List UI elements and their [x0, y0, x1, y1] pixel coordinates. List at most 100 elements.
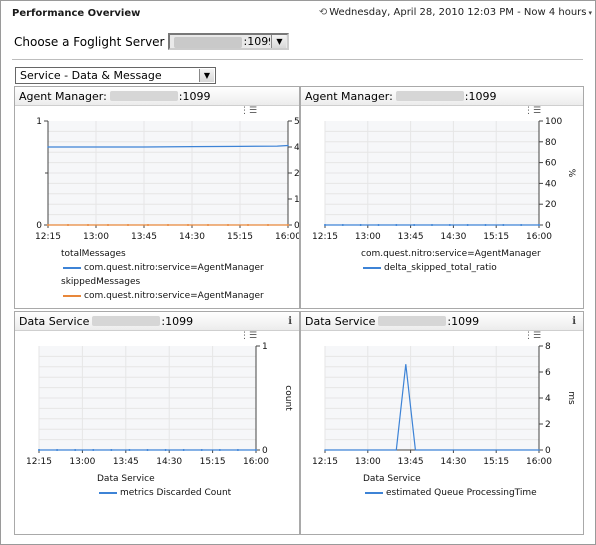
chevron-down-icon[interactable]: ▼ [271, 35, 287, 48]
legend-heading: Data Service [97, 474, 155, 484]
y-tick-label: 42000 [294, 143, 299, 153]
y-axis-label: ms [566, 391, 576, 405]
panel-title: Agent Manager: [19, 89, 107, 103]
x-tick-label: 13:45 [113, 457, 139, 467]
data-point [538, 224, 540, 226]
x-tick-label: 14:30 [156, 457, 182, 467]
data-point [127, 224, 129, 226]
time-range-text: Wednesday, April 28, 2010 12:03 PM - Now… [329, 7, 587, 18]
time-range-selector[interactable]: ⟲ Wednesday, April 28, 2010 12:03 PM - N… [319, 7, 592, 18]
legend-swatch [365, 492, 383, 494]
legend-label: com.quest.nitro:service=AgentManager [84, 291, 264, 301]
chevron-down-icon[interactable]: ▼ [199, 69, 214, 82]
data-point [200, 449, 203, 451]
x-tick-label: 13:00 [355, 232, 381, 242]
clock-arrow-icon: ⟲ [318, 7, 328, 18]
panel-header: Data Service :1099 [15, 312, 299, 331]
data-point [47, 224, 49, 226]
messages-chart: 12:1513:0013:4514:3015:1516:000140002800… [35, 117, 299, 242]
x-tick-label: 12:15 [312, 232, 338, 242]
x-tick-label: 16:00 [526, 232, 552, 242]
data-point [247, 224, 249, 226]
x-tick-label: 15:15 [483, 232, 509, 242]
y-axis-label: count [283, 385, 293, 411]
chart-legend: totalMessages com.quest.nitro:service=Age… [61, 247, 264, 303]
data-point [538, 449, 540, 451]
panel-title: Data Service [19, 314, 90, 328]
data-point [92, 449, 95, 451]
panel-title-port: :1099 [161, 314, 194, 328]
y-axis-label: % [566, 169, 576, 178]
data-point [187, 224, 189, 226]
legend-label: com.quest.nitro:service=AgentManager [84, 263, 264, 273]
data-point [448, 224, 451, 226]
legend-item[interactable]: com.quest.nitro:service=AgentManager [61, 261, 264, 275]
data-point [146, 449, 149, 451]
y-tick-label: 20 [545, 200, 557, 210]
data-point [182, 449, 185, 451]
agent-manager-messages-panel: Agent Manager::1099 ⋮☰ 12:15 13:00 13:45 14… [14, 86, 300, 309]
y-tick-label: 80 [545, 138, 557, 148]
server-selector-row: Choose a Foglight Server :1099 ▼ [14, 33, 290, 50]
x-tick-label: 14:30 [440, 457, 466, 467]
panel-title-port: :1099 [447, 314, 480, 328]
data-point [324, 224, 326, 226]
data-point [74, 449, 77, 451]
x-tick-label: 12:15 [35, 232, 61, 242]
info-icon[interactable]: i [572, 316, 576, 327]
chart-legend: com.quest.nitro:service=AgentManager delt… [361, 247, 541, 275]
legend-label: estimated Queue ProcessingTime [386, 488, 537, 498]
legend-item[interactable]: com.quest.nitro:service=AgentManager [61, 289, 264, 303]
data-point [107, 224, 109, 226]
data-point [147, 224, 149, 226]
x-tick-label: 16:00 [243, 457, 269, 467]
x-tick-label: 13:45 [398, 232, 424, 242]
data-point [38, 449, 40, 451]
y-tick-label: 56000 [294, 117, 299, 127]
data-point [164, 449, 167, 451]
y-tick-label: 2 [545, 420, 551, 430]
redacted-host [174, 36, 243, 48]
x-tick-label: 13:45 [398, 457, 424, 467]
divider [12, 59, 583, 60]
agent-manager-ratio-panel: Agent Manager::1099 ⋮☰ 12:15 13:00 13:45 14… [300, 86, 584, 309]
server-select[interactable]: :1099 ▼ [168, 33, 290, 50]
x-tick-label: 15:15 [200, 457, 226, 467]
redacted-host [109, 91, 178, 101]
info-icon[interactable]: i [288, 316, 292, 327]
data-point [128, 449, 131, 451]
x-tick-label: 15:15 [227, 232, 253, 242]
panel-title-port: :1099 [178, 89, 211, 103]
y-tick-label: 28000 [294, 169, 299, 179]
data-service-discarded-panel: Data Service:1099 i ⋮☰ 12:15 13:00 13:45 14… [14, 311, 300, 535]
data-point [267, 224, 269, 226]
data-point [484, 224, 487, 226]
x-tick-label: 12:15 [312, 457, 338, 467]
dropdown-caret-icon: ▾ [588, 8, 592, 17]
data-point [287, 144, 289, 147]
legend-heading: totalMessages [61, 249, 126, 259]
data-point [87, 224, 89, 226]
legend-swatch [63, 267, 81, 269]
data-point [431, 224, 433, 226]
discarded-count-chart: 12:15 13:00 13:45 14:30 15:15 16:000 1 count [26, 342, 293, 467]
y-tick-label: 100 [545, 117, 562, 127]
data-point [287, 224, 289, 226]
data-point [207, 224, 209, 226]
redacted-host [395, 91, 464, 101]
legend-item[interactable]: metrics Discarded Count [97, 486, 231, 500]
view-select[interactable]: Service - Data & Message ▼ [15, 67, 216, 84]
y-tick-label: 1 [36, 117, 42, 127]
legend-item[interactable]: estimated Queue ProcessingTime [363, 486, 537, 500]
legend-label: delta_skipped_total_ratio [384, 263, 497, 273]
legend-swatch [363, 267, 381, 269]
y-tick-label: 1 [262, 342, 268, 352]
legend-item[interactable]: delta_skipped_total_ratio [361, 261, 541, 275]
x-tick-label: 13:00 [83, 232, 109, 242]
data-point [377, 224, 380, 226]
panel-title-port: :1099 [464, 89, 497, 103]
data-point [110, 449, 113, 451]
data-service-queue-panel: Data Service:1099 i ⋮☰ 12:15 13:00 13:45 14… [300, 311, 584, 535]
data-point [67, 224, 69, 226]
x-tick-label: 13:00 [355, 457, 381, 467]
